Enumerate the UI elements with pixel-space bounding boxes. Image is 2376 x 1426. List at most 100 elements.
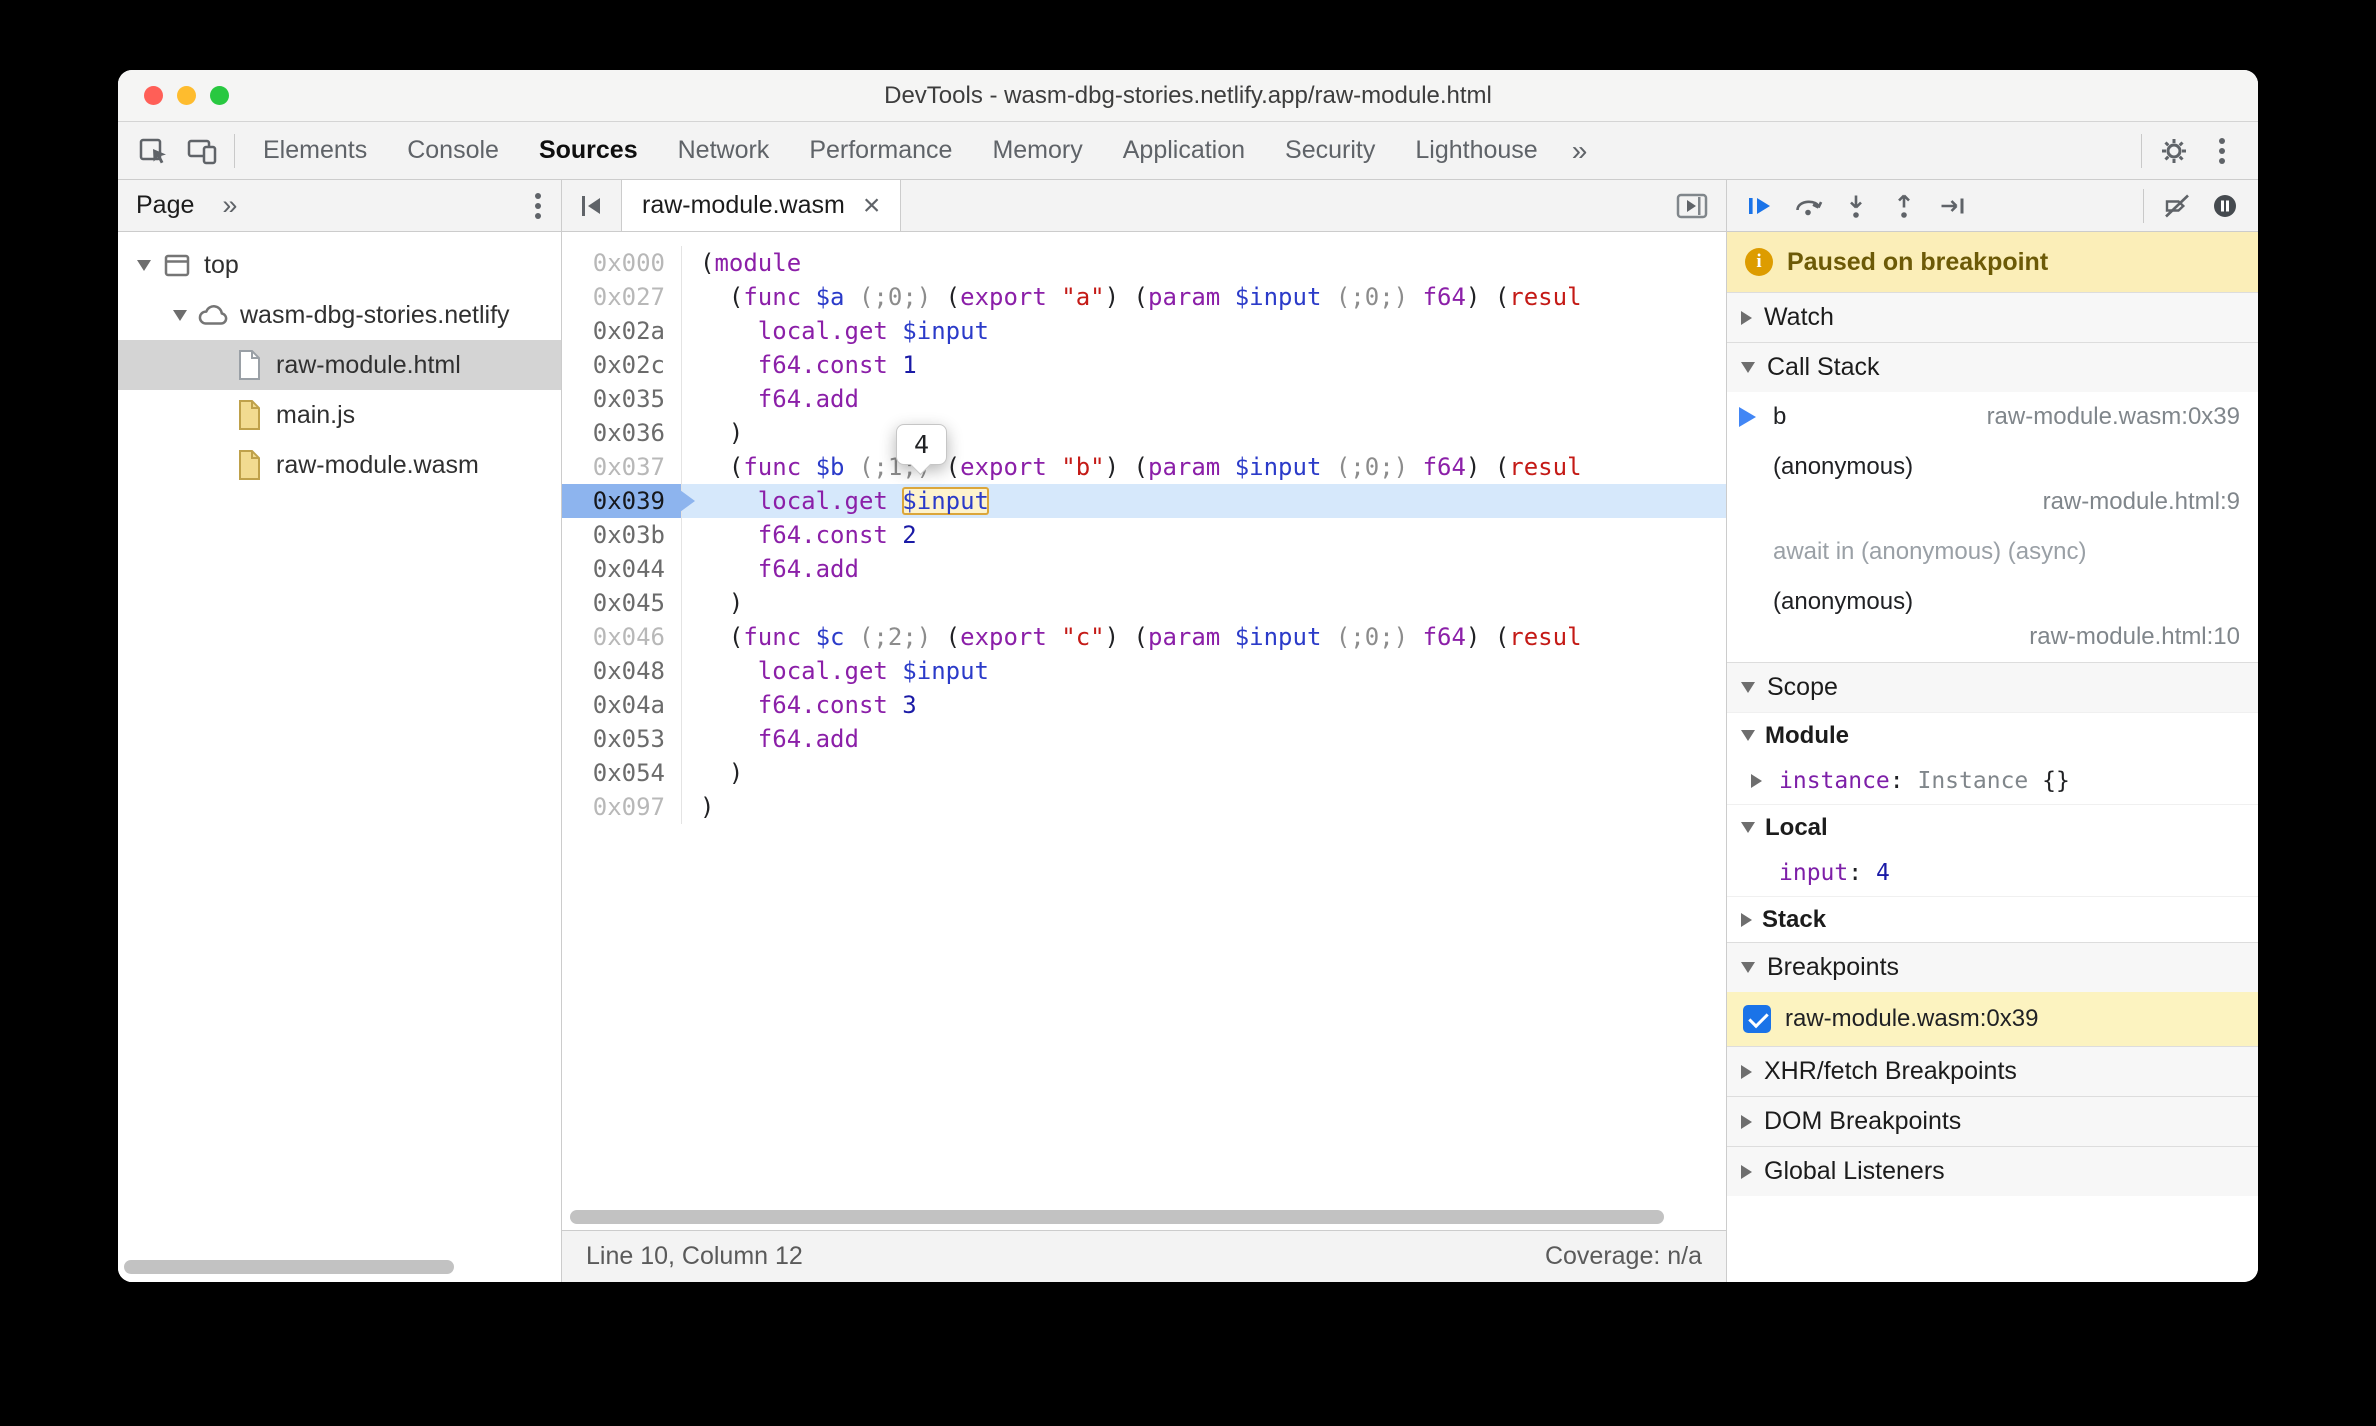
call-stack-frame[interactable]: (anonymous) raw-module.html:9 bbox=[1727, 442, 2258, 527]
toolbar-tab-sources[interactable]: Sources bbox=[519, 122, 658, 179]
tree-item-main-js[interactable]: main.js bbox=[118, 390, 561, 440]
scope-property-input: input: 4 bbox=[1727, 850, 2258, 896]
property-colon: : bbox=[1889, 768, 1918, 794]
section-title: Call Stack bbox=[1767, 353, 1880, 381]
line-address[interactable]: 0x097 bbox=[562, 790, 682, 824]
navigator-more-tabs-button[interactable]: » bbox=[222, 190, 237, 221]
window-title: DevTools - wasm-dbg-stories.netlify.app/… bbox=[884, 81, 1492, 109]
step-into-icon[interactable] bbox=[1833, 183, 1879, 229]
paused-banner: Paused on breakpoint bbox=[1727, 232, 2258, 292]
titlebar[interactable]: DevTools - wasm-dbg-stories.netlify.app/… bbox=[118, 70, 2258, 122]
expander-icon[interactable] bbox=[130, 259, 158, 271]
tree-item-label: raw-module.html bbox=[276, 350, 461, 379]
line-address[interactable]: 0x035 bbox=[562, 382, 682, 416]
line-address[interactable]: 0x036 bbox=[562, 416, 682, 450]
code-line-0x035: 0x035 f64.add bbox=[562, 382, 1726, 416]
tree-item-wasm-dbg-stories-netlify[interactable]: wasm-dbg-stories.netlify bbox=[118, 290, 561, 340]
line-address[interactable]: 0x03b bbox=[562, 518, 682, 552]
code-line-text: local.get $input bbox=[757, 317, 989, 345]
zoom-window-button[interactable] bbox=[210, 86, 229, 105]
pause-on-exceptions-icon[interactable] bbox=[2202, 183, 2248, 229]
navigator-kebab-menu-icon[interactable] bbox=[533, 189, 543, 223]
deactivate-breakpoints-icon[interactable] bbox=[2154, 183, 2200, 229]
line-address[interactable]: 0x039 bbox=[562, 484, 695, 518]
line-address[interactable]: 0x054 bbox=[562, 756, 682, 790]
line-address[interactable]: 0x048 bbox=[562, 654, 682, 688]
script-icon bbox=[230, 397, 268, 433]
more-tabs-button[interactable]: » bbox=[1558, 135, 1602, 167]
breakpoint-checkbox[interactable] bbox=[1743, 1005, 1771, 1033]
tree-item-raw-module-html[interactable]: raw-module.html bbox=[118, 340, 561, 390]
tab-page[interactable]: Page bbox=[136, 191, 194, 220]
line-address[interactable]: 0x02a bbox=[562, 314, 682, 348]
tree-item-raw-module-wasm[interactable]: raw-module.wasm bbox=[118, 440, 561, 490]
call-stack-frame[interactable]: (anonymous) raw-module.html:10 bbox=[1727, 577, 2258, 662]
toolbar-tab-network[interactable]: Network bbox=[658, 122, 790, 179]
code-line-text: f64.add bbox=[757, 385, 859, 413]
code-line-0x04a: 0x04a f64.const 3 bbox=[562, 688, 1726, 722]
line-address[interactable]: 0x044 bbox=[562, 552, 682, 586]
call-stack-frame[interactable]: b raw-module.wasm:0x39 bbox=[1727, 392, 2258, 442]
close-tab-icon[interactable]: × bbox=[863, 190, 881, 221]
code-line-0x000: 0x000 (module bbox=[562, 246, 1726, 280]
line-address[interactable]: 0x02c bbox=[562, 348, 682, 382]
scope-group-local[interactable]: Local bbox=[1727, 804, 2258, 850]
toolbar-tab-console[interactable]: Console bbox=[387, 122, 519, 179]
section-scope[interactable]: Scope bbox=[1727, 662, 2258, 712]
toolbar-tab-memory[interactable]: Memory bbox=[972, 122, 1102, 179]
section-dom-breakpoints[interactable]: DOM Breakpoints bbox=[1727, 1096, 2258, 1146]
line-address[interactable]: 0x037 bbox=[562, 450, 682, 484]
line-address[interactable]: 0x045 bbox=[562, 586, 682, 620]
toolbar-tab-application[interactable]: Application bbox=[1103, 122, 1265, 179]
line-address[interactable]: 0x000 bbox=[562, 246, 682, 280]
main-toolbar-tabs: Elements Console Sources Network Performance… bbox=[243, 122, 1558, 179]
file-tree: top wasm-dbg-stories.netlify raw-module.ht… bbox=[118, 232, 561, 1282]
line-address[interactable]: 0x046 bbox=[562, 620, 682, 654]
panel-open-right-icon[interactable] bbox=[1674, 180, 1726, 231]
close-window-button[interactable] bbox=[144, 86, 163, 105]
line-address[interactable]: 0x04a bbox=[562, 688, 682, 722]
editor-tab-raw-module-wasm[interactable]: raw-module.wasm × bbox=[622, 180, 902, 231]
debugger-toolbar bbox=[1727, 180, 2258, 232]
section-call-stack[interactable]: Call Stack bbox=[1727, 342, 2258, 392]
coverage-status: Coverage: n/a bbox=[1544, 1242, 1702, 1270]
navigator-horizontal-scrollbar[interactable] bbox=[124, 1260, 454, 1274]
minimize-window-button[interactable] bbox=[177, 86, 196, 105]
section-watch[interactable]: Watch bbox=[1727, 292, 2258, 342]
section-xhr-fetch-breakpoints[interactable]: XHR/fetch Breakpoints bbox=[1727, 1046, 2258, 1096]
toolbar-tab-security[interactable]: Security bbox=[1265, 122, 1395, 179]
device-toolbar-icon[interactable] bbox=[178, 127, 226, 175]
tree-item-top[interactable]: top bbox=[118, 240, 561, 290]
toolbar-tab-performance[interactable]: Performance bbox=[789, 122, 972, 179]
breakpoint-entry[interactable]: raw-module.wasm:0x39 bbox=[1727, 992, 2258, 1046]
evaluated-token[interactable]: $input bbox=[902, 487, 989, 515]
frame-location: raw-module.wasm:0x39 bbox=[1986, 403, 2240, 430]
editor-horizontal-scrollbar[interactable] bbox=[570, 1210, 1665, 1224]
code-editor[interactable]: 0x000 (module 0x027 (func $a (;0;) (export… bbox=[562, 232, 1726, 1230]
code-line-0x03b: 0x03b f64.const 2 bbox=[562, 518, 1726, 552]
panel-left-collapse-icon[interactable] bbox=[562, 180, 622, 231]
line-address[interactable]: 0x027 bbox=[562, 280, 682, 314]
toolbar-tab-elements[interactable]: Elements bbox=[243, 122, 387, 179]
triangle-down-icon bbox=[1741, 362, 1755, 373]
frame-location: raw-module.html:9 bbox=[2042, 488, 2240, 515]
inspect-cursor-icon[interactable] bbox=[130, 127, 178, 175]
kebab-menu-icon[interactable] bbox=[2198, 127, 2246, 175]
frame-name: (anonymous) bbox=[1773, 588, 1914, 615]
scope-property-instance[interactable]: instance: Instance {} bbox=[1727, 758, 2258, 804]
section-global-listeners[interactable]: Global Listeners bbox=[1727, 1146, 2258, 1196]
section-breakpoints[interactable]: Breakpoints bbox=[1727, 942, 2258, 992]
step-over-icon[interactable] bbox=[1785, 183, 1831, 229]
property-value: {} bbox=[2028, 768, 2070, 794]
resume-script-icon[interactable] bbox=[1737, 183, 1783, 229]
traffic-lights bbox=[144, 70, 229, 121]
step-out-icon[interactable] bbox=[1881, 183, 1927, 229]
settings-gear-icon[interactable] bbox=[2150, 127, 2198, 175]
step-icon[interactable] bbox=[1929, 183, 1975, 229]
scope-group-module[interactable]: Module bbox=[1727, 712, 2258, 758]
line-address[interactable]: 0x053 bbox=[562, 722, 682, 756]
toolbar-tab-lighthouse[interactable]: Lighthouse bbox=[1395, 122, 1557, 179]
expander-icon[interactable] bbox=[166, 309, 194, 321]
editor-tab-label: raw-module.wasm bbox=[642, 191, 845, 219]
scope-group-stack[interactable]: Stack bbox=[1727, 896, 2258, 942]
